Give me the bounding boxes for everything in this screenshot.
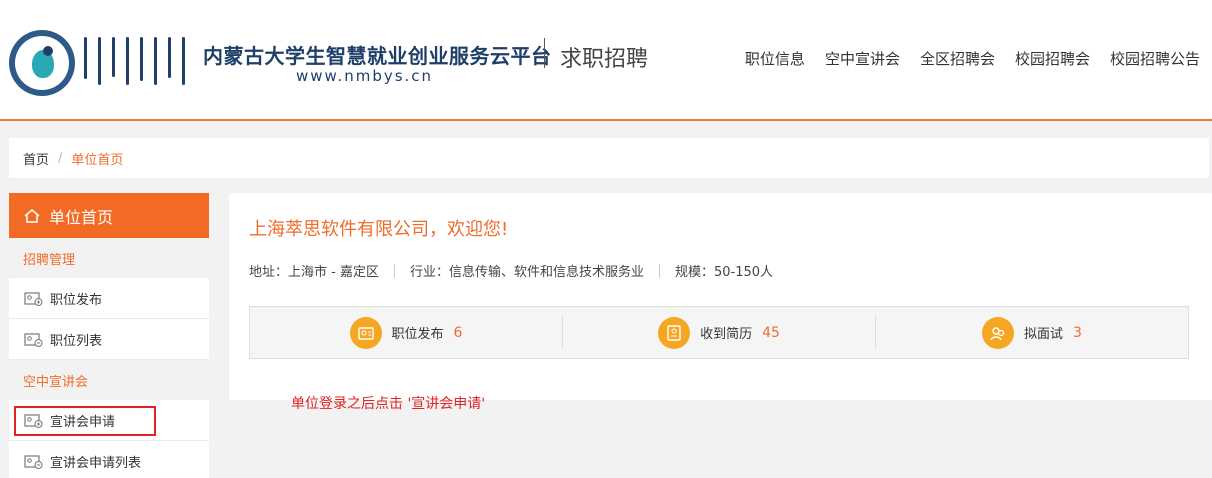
stat-label: 职位发布 [391, 327, 444, 342]
stat-value: 3 [1073, 324, 1082, 341]
breadcrumb-current: 单位首页 [71, 152, 124, 168]
highlight-box [14, 406, 156, 436]
sidebar-item-talk-apply[interactable]: 宣讲会申请 [9, 400, 209, 441]
id-card-icon [24, 454, 43, 469]
top-nav: 职位信息 空中宣讲会 全区招聘会 校园招聘会 校园招聘公告 [745, 48, 1200, 69]
nav-campus-announcements[interactable]: 校园招聘公告 [1110, 48, 1200, 69]
university-logo-icon[interactable] [9, 30, 75, 96]
title-divider [544, 38, 545, 68]
briefcase-icon [349, 316, 382, 349]
company-scale: 规模：50-150人 [674, 265, 774, 280]
id-card-icon [24, 332, 43, 347]
sidebar-head-company-home[interactable]: 单位首页 [9, 193, 209, 238]
sidebar-item-job-list[interactable]: 职位列表 [9, 319, 209, 360]
company-info: 地址：上海市 - 嘉定区 行业：信息传输、软件和信息技术服务业 规模：50-15… [249, 261, 773, 280]
nav-online-talks[interactable]: 空中宣讲会 [825, 48, 900, 69]
stat-value: 6 [453, 324, 463, 341]
stat-planned-interviews[interactable]: 拟面试 3 [875, 316, 1188, 349]
section-title: 求职招聘 [560, 47, 649, 72]
stats-bar: 职位发布 6 收到简历 45 拟面试 3 [249, 306, 1189, 359]
company-address: 地址：上海市 - 嘉定区 [249, 265, 379, 280]
sidebar-item-label: 职位发布 [50, 292, 103, 308]
sidebar-group-online-talks[interactable]: 空中宣讲会 [9, 360, 209, 400]
breadcrumb-home[interactable]: 首页 [23, 149, 49, 168]
stat-received-resumes[interactable]: 收到简历 45 [562, 316, 875, 349]
site-header: 内蒙古大学生智慧就业创业服务云平台 www.nmbys.cn 求职招聘 职位信息… [0, 0, 1212, 121]
instruction-annotation: 单位登录之后点击 '宣讲会申请' [291, 396, 486, 412]
nav-job-info[interactable]: 职位信息 [745, 48, 805, 69]
sidebar-group-recruit[interactable]: 招聘管理 [9, 238, 209, 278]
stat-label: 拟面试 [1024, 327, 1064, 342]
breadcrumb-separator: / [58, 150, 63, 166]
stat-label: 收到简历 [700, 327, 753, 342]
company-industry: 行业：信息传输、软件和信息技术服务业 [409, 265, 644, 280]
sidebar: 单位首页 招聘管理 职位发布 职位列表 空中宣讲会 宣讲会申请 宣讲会申请列表 [9, 193, 209, 478]
info-divider [393, 263, 395, 278]
breadcrumb: 首页 / 单位首页 [9, 138, 1209, 178]
sidebar-item-talk-apply-list[interactable]: 宣讲会申请列表 [9, 441, 209, 478]
nav-regional-fairs[interactable]: 全区招聘会 [920, 48, 995, 69]
site-title[interactable]: 内蒙古大学生智慧就业创业服务云平台 [203, 40, 552, 69]
stat-value: 45 [762, 324, 780, 341]
interview-icon [982, 316, 1015, 349]
site-url[interactable]: www.nmbys.cn [296, 67, 433, 85]
home-icon [24, 208, 40, 223]
sidebar-item-label: 职位列表 [50, 333, 103, 349]
welcome-message: 上海萃思软件有限公司，欢迎您! [249, 219, 509, 240]
stat-posted-jobs[interactable]: 职位发布 6 [250, 316, 562, 349]
nav-campus-fairs[interactable]: 校园招聘会 [1015, 48, 1090, 69]
sidebar-item-label: 宣讲会申请列表 [50, 455, 142, 471]
mongolian-script-logo [80, 37, 198, 87]
info-divider [658, 263, 660, 278]
resume-icon [658, 316, 691, 349]
sidebar-item-post-job[interactable]: 职位发布 [9, 278, 209, 319]
sidebar-head-label: 单位首页 [49, 207, 114, 227]
main-panel: 上海萃思软件有限公司，欢迎您! 地址：上海市 - 嘉定区 行业：信息传输、软件和… [229, 193, 1212, 400]
id-card-icon [24, 291, 43, 306]
